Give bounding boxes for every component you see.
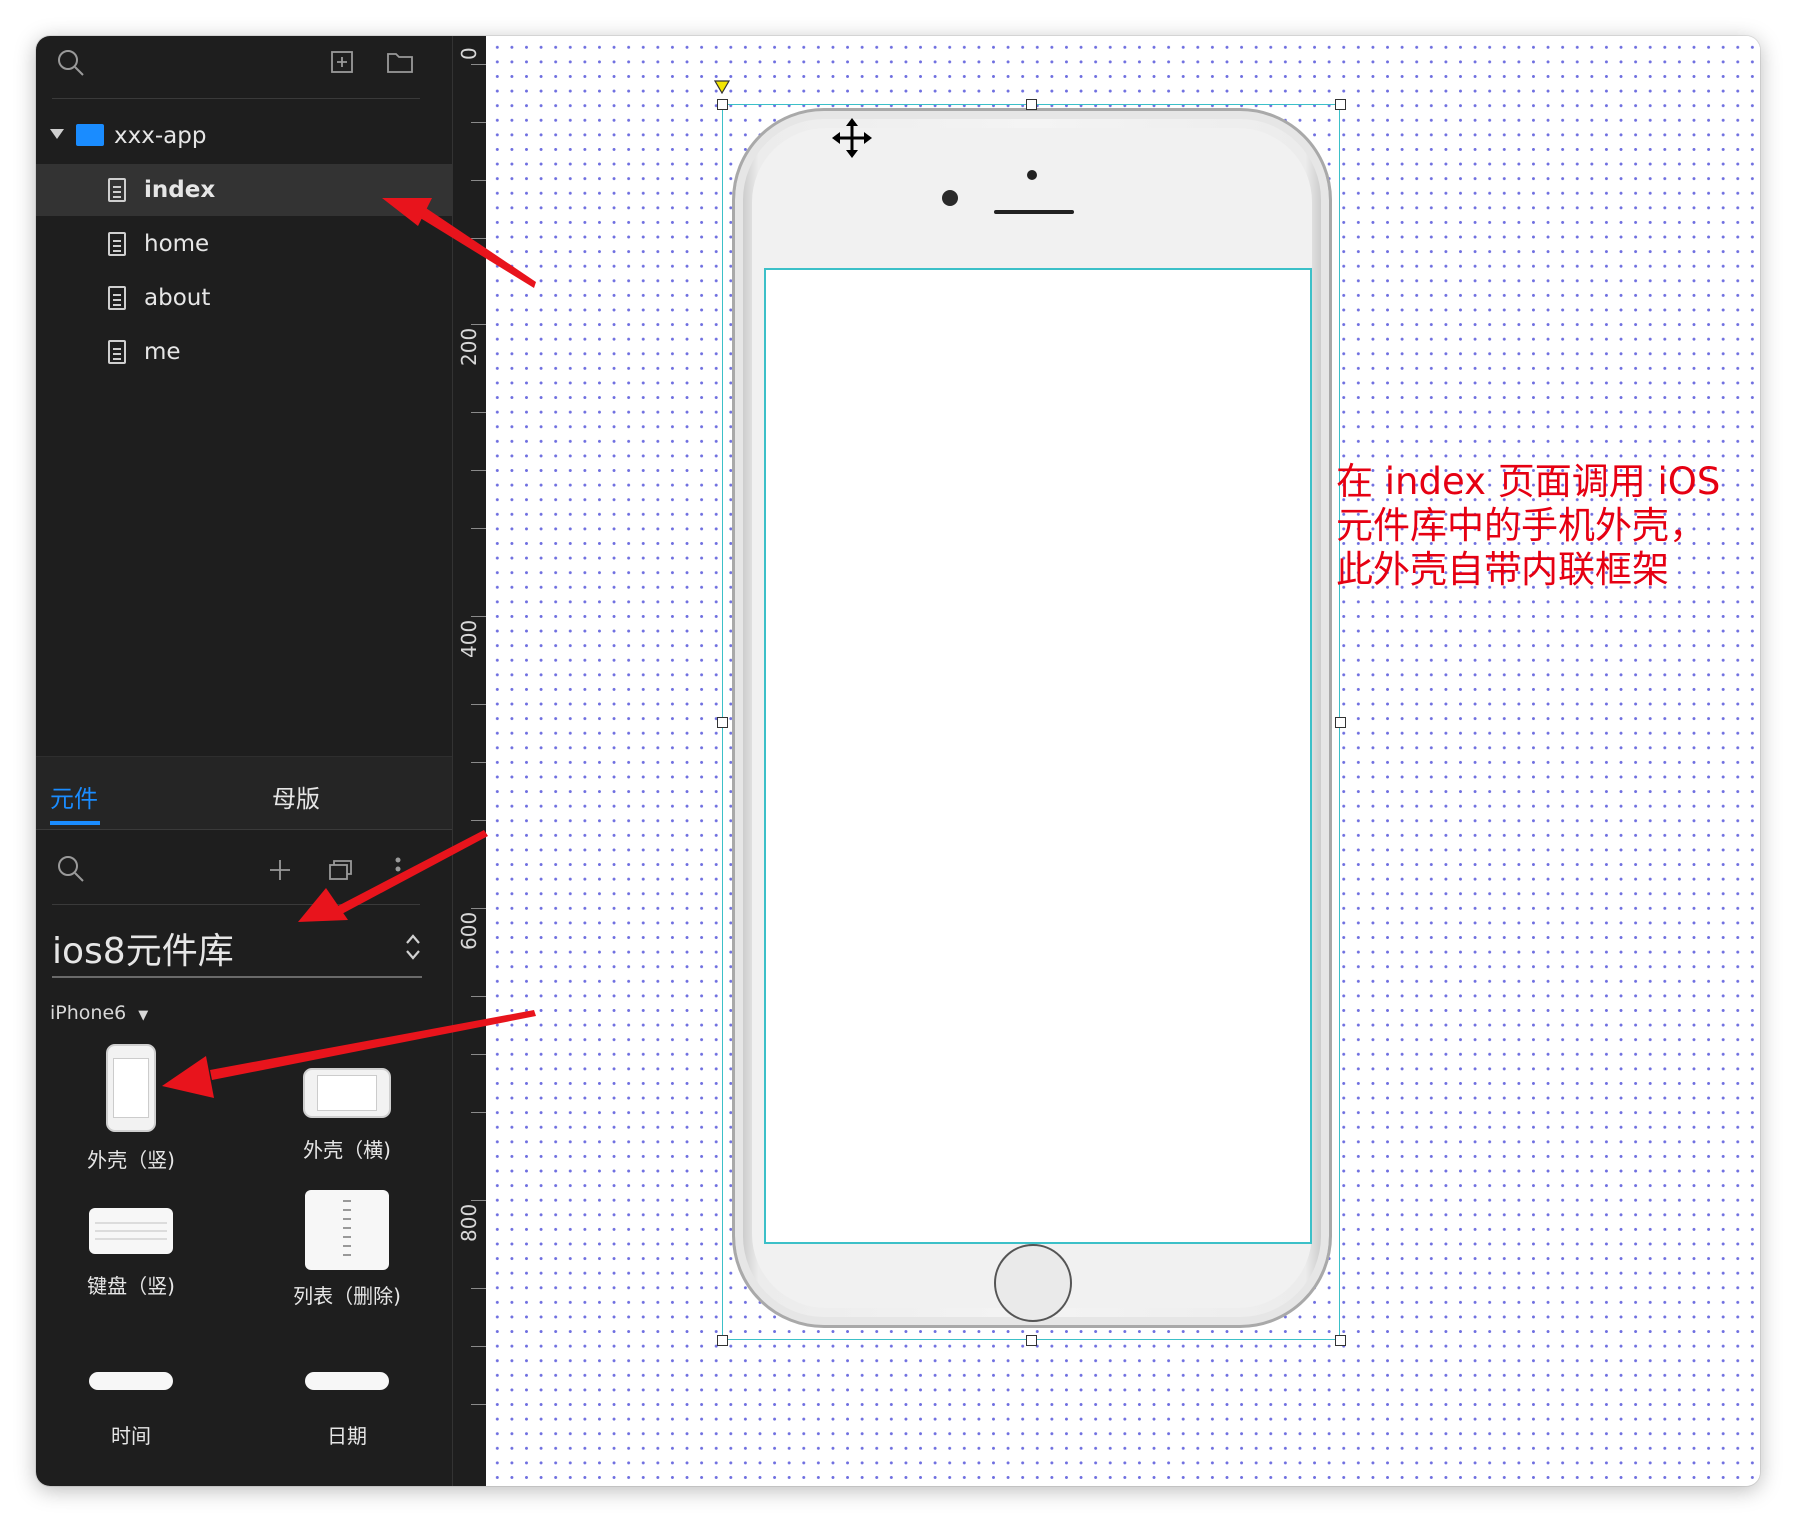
arrow-to-shell [210, 1010, 536, 1080]
annotation-arrows [162, 198, 536, 1098]
arrow-to-library [334, 830, 488, 916]
annotation-text: 在 index 页面调用 iOS 元件库中的手机外壳， 此外壳自带内联框架 [1336, 460, 1720, 592]
annotation-line: 此外壳自带内联框架 [1336, 548, 1669, 591]
app-window: xxx-app index home about me 元件 母版 ios8元件… [36, 36, 1760, 1486]
annotation-line: 在 index 页面调用 iOS [1336, 460, 1721, 503]
annotation-line: 元件库中的手机外壳， [1336, 504, 1706, 547]
